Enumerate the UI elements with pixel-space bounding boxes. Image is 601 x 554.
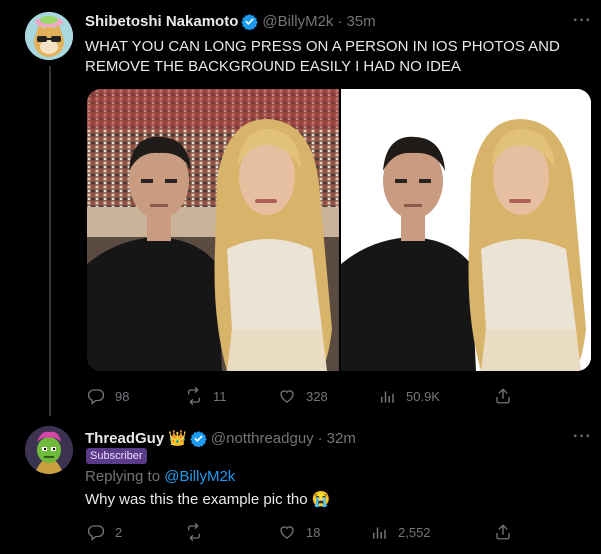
- tweet-photo-background-removed[interactable]: [341, 89, 591, 371]
- like-button[interactable]: 328: [278, 387, 328, 405]
- tweet-photo-original[interactable]: [87, 89, 339, 371]
- replying-to-label: Replying to: [85, 468, 161, 485]
- views-button[interactable]: 2,552: [370, 523, 431, 541]
- author-avatar[interactable]: [25, 12, 73, 60]
- crown-icon: 👑: [168, 430, 187, 447]
- reply-author-handle[interactable]: @notthreadguy: [211, 430, 314, 447]
- like-count: 18: [306, 524, 321, 540]
- thread-connector-line: [49, 66, 51, 416]
- share-button[interactable]: [494, 523, 522, 541]
- reply-timestamp[interactable]: 32m: [327, 430, 356, 447]
- retweet-icon: [188, 387, 200, 405]
- more-icon[interactable]: ···: [573, 12, 592, 30]
- share-button[interactable]: [494, 387, 522, 405]
- more-icon[interactable]: ···: [573, 428, 592, 446]
- views-icon: [373, 527, 386, 539]
- replying-to: Replying to @BillyM2k: [85, 468, 235, 485]
- like-icon: [280, 526, 294, 539]
- tweet-header: Shibetoshi Nakamoto @BillyM2k · 35m: [85, 13, 376, 30]
- reply-header: ThreadGuy 👑 @notthreadguy · 32m: [85, 429, 356, 448]
- author-handle[interactable]: @BillyM2k: [262, 13, 333, 30]
- tweet-text-line-1: WHAT YOU CAN LONG PRESS ON A PERSON IN I…: [85, 38, 560, 55]
- retweet-button[interactable]: 11: [185, 387, 227, 405]
- views-count: 50.9K: [406, 388, 440, 404]
- reply-count: 98: [115, 388, 130, 404]
- separator-dot: ·: [337, 13, 343, 30]
- reply-icon: [87, 389, 105, 405]
- retweet-icon: [188, 523, 200, 541]
- separator-dot: ·: [317, 429, 323, 447]
- reply-count: 2: [115, 524, 123, 540]
- subscriber-badge: Subscriber: [86, 448, 147, 464]
- reply-author-name[interactable]: ThreadGuy: [85, 430, 164, 447]
- replying-to-handle-link[interactable]: @BillyM2k: [164, 468, 235, 485]
- share-icon: [496, 388, 510, 404]
- tweet-timestamp[interactable]: 35m: [346, 13, 375, 30]
- reply-icon: [87, 525, 105, 541]
- reply-button[interactable]: 98: [87, 387, 129, 405]
- like-count: 328: [306, 388, 328, 404]
- reply-text: Why was this the example pic tho 😭: [85, 491, 331, 508]
- views-icon: [381, 391, 394, 403]
- reply-author-avatar[interactable]: [25, 426, 73, 474]
- views-count: 2,552: [398, 524, 431, 540]
- share-icon: [496, 524, 510, 540]
- retweet-button[interactable]: [185, 523, 213, 541]
- tweet-text-line-2: REMOVE THE BACKGROUND EASILY I HAD NO ID…: [85, 58, 461, 75]
- retweet-count: 11: [213, 388, 227, 404]
- verified-badge-icon: [190, 430, 207, 447]
- author-name[interactable]: Shibetoshi Nakamoto: [85, 13, 238, 30]
- verified-badge-icon: [241, 14, 259, 30]
- like-icon: [280, 390, 294, 403]
- views-button[interactable]: 50.9K: [378, 387, 440, 405]
- reply-button[interactable]: 2: [87, 523, 122, 541]
- like-button[interactable]: 18: [278, 523, 320, 541]
